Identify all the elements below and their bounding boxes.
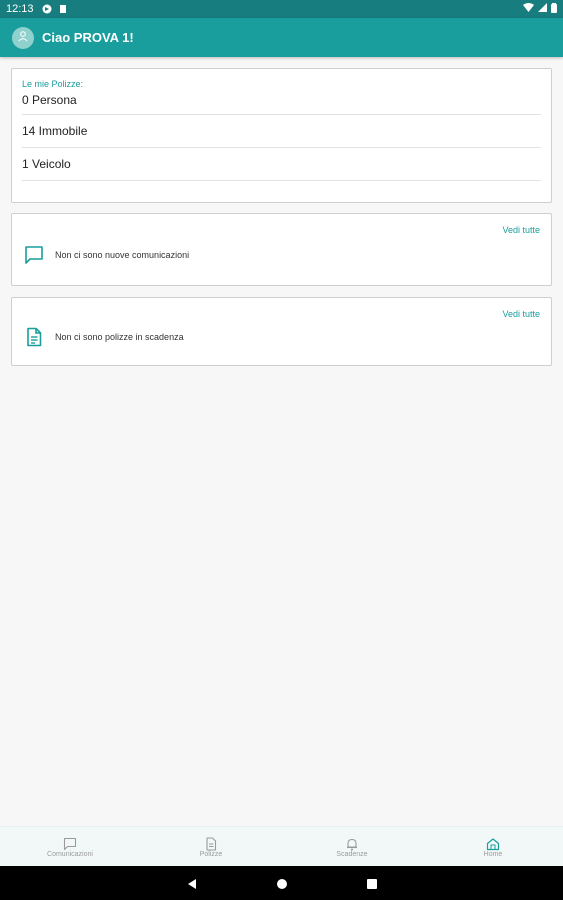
communications-see-all-link[interactable]: Vedi tutte [502, 225, 540, 235]
policy-row-persona[interactable]: 0 Persona [22, 89, 541, 115]
nav-item-scadenze[interactable]: Scadenze [282, 827, 422, 867]
status-right [523, 2, 557, 16]
chat-icon [24, 245, 44, 265]
document-icon [24, 327, 44, 347]
policy-row-immobile[interactable]: 14 Immobile [22, 115, 541, 148]
sd-card-icon [58, 4, 68, 14]
status-bar: 12:13 [0, 0, 563, 18]
nav-label-comunicazioni: Comunicazioni [47, 851, 93, 858]
recents-icon[interactable] [366, 877, 378, 889]
expiry-empty-text: Non ci sono polizze in scadenza [55, 332, 184, 342]
expiry-see-all-link[interactable]: Vedi tutte [502, 309, 540, 319]
status-time: 12:13 [6, 3, 34, 15]
nav-label-scadenze: Scadenze [336, 851, 368, 858]
system-navigation-bar [0, 866, 563, 900]
avatar[interactable] [12, 26, 34, 49]
policies-label: Le mie Polizze: [22, 79, 84, 89]
user-icon [17, 29, 29, 47]
bell-icon [345, 837, 359, 851]
nav-label-polizze: Polizze [199, 851, 223, 858]
document-icon [204, 837, 218, 851]
back-icon[interactable] [186, 877, 198, 889]
wifi-icon [523, 3, 534, 15]
app-bar: Ciao PROVA 1! [0, 18, 563, 57]
policy-row-veicolo[interactable]: 1 Veicolo [22, 148, 541, 181]
policies-card: Le mie Polizze: 0 Persona 14 Immobile 1 … [11, 68, 552, 203]
expiry-row: Non ci sono polizze in scadenza [24, 327, 184, 347]
app-notification-icon [42, 4, 52, 14]
communications-empty-text: Non ci sono nuove comunicazioni [55, 250, 190, 260]
home-icon [486, 837, 500, 851]
home-button-icon[interactable] [276, 877, 288, 889]
nav-label-home: Home [483, 851, 503, 858]
communications-card: Vedi tutte Non ci sono nuove comunicazio… [11, 213, 552, 286]
page-title: Ciao PROVA 1! [42, 30, 134, 45]
communications-row: Non ci sono nuove comunicazioni [24, 245, 189, 265]
expiry-card: Vedi tutte Non ci sono polizze in scaden… [11, 297, 552, 366]
nav-item-home[interactable]: Home [423, 827, 563, 867]
signal-icon [538, 3, 547, 15]
battery-icon [551, 2, 557, 16]
nav-item-polizze[interactable]: Polizze [141, 827, 281, 867]
chat-icon [63, 837, 77, 851]
bottom-navigation: Comunicazioni Polizze Scadenze Home [0, 826, 563, 866]
nav-item-comunicazioni[interactable]: Comunicazioni [0, 827, 140, 867]
